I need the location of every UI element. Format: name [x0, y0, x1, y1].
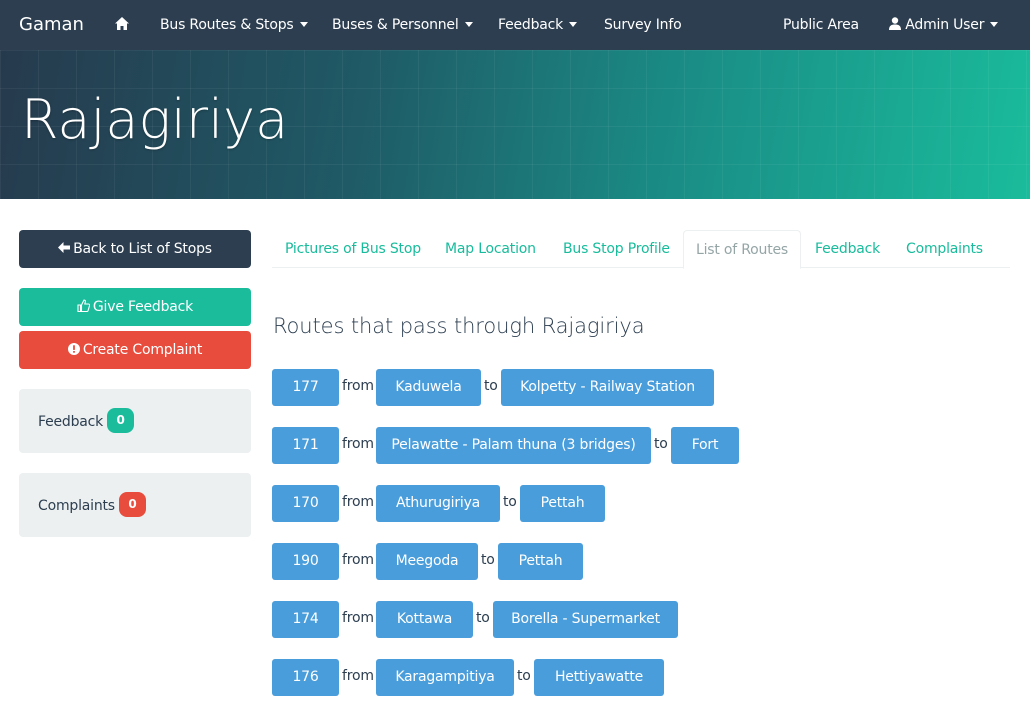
complaints-count-badge: 0	[118, 492, 146, 517]
nav-buses-personnel[interactable]: Buses & Personnel	[332, 0, 473, 50]
chevron-down-icon	[299, 21, 308, 27]
back-to-stops-label: Back to List of Stops	[73, 241, 212, 257]
to-label: to	[481, 552, 495, 568]
tab-map-location[interactable]: Map Location	[445, 230, 536, 268]
top-navbar: Gaman Bus Routes & Stops Buses & Personn…	[0, 0, 1030, 50]
nav-bus-routes-stops-label: Bus Routes & Stops	[160, 17, 294, 33]
page-header: Rajagiriya	[0, 50, 1030, 199]
home-icon[interactable]	[115, 0, 129, 50]
route-number-button[interactable]: 174	[272, 601, 339, 638]
routes-heading: Routes that pass through Rajagiriya	[273, 314, 645, 338]
user-name: Admin User	[905, 17, 985, 33]
route-origin-button[interactable]: Pelawatte - Palam thuna (3 bridges)	[376, 427, 651, 464]
back-to-stops-button[interactable]: Back to List of Stops	[19, 230, 251, 268]
feedback-summary-label: Feedback	[38, 414, 104, 430]
feedback-summary: Feedback 0	[19, 389, 251, 453]
nav-buses-personnel-label: Buses & Personnel	[332, 17, 459, 33]
to-label: to	[503, 494, 517, 510]
nav-feedback[interactable]: Feedback	[498, 0, 578, 50]
route-number-button[interactable]: 190	[272, 543, 339, 580]
to-label: to	[476, 610, 490, 626]
nav-public-area[interactable]: Public Area	[783, 0, 859, 50]
user-icon	[889, 17, 901, 30]
from-label: from	[342, 552, 374, 568]
nav-bus-routes-stops[interactable]: Bus Routes & Stops	[160, 0, 308, 50]
from-label: from	[342, 494, 374, 510]
brand-link[interactable]: Gaman	[19, 0, 84, 50]
stop-tabs: Pictures of Bus Stop Map Location Bus St…	[272, 230, 1010, 269]
chevron-down-icon	[990, 21, 999, 27]
thumbs-up-icon	[77, 299, 91, 313]
chevron-down-icon	[464, 21, 473, 27]
route-destination-button[interactable]: Pettah	[498, 543, 583, 580]
route-number-button[interactable]: 170	[272, 485, 339, 522]
page-title: Rajagiriya	[21, 88, 289, 151]
tab-pictures-of-bus-stop[interactable]: Pictures of Bus Stop	[285, 230, 421, 268]
arrow-left-icon	[58, 242, 71, 253]
complaints-summary-label: Complaints	[38, 498, 115, 514]
exclamation-circle-icon	[67, 342, 80, 355]
create-complaint-button[interactable]: Create Complaint	[19, 331, 251, 369]
nav-user-menu[interactable]: Admin User	[889, 0, 999, 50]
to-label: to	[654, 436, 668, 452]
route-number-button[interactable]: 176	[272, 659, 339, 696]
route-number-button[interactable]: 171	[272, 427, 339, 464]
route-destination-button[interactable]: Pettah	[520, 485, 605, 522]
from-label: from	[342, 610, 374, 626]
nav-survey-info[interactable]: Survey Info	[604, 0, 682, 50]
tab-bus-stop-profile[interactable]: Bus Stop Profile	[563, 230, 670, 268]
route-number-button[interactable]: 177	[272, 369, 339, 406]
from-label: from	[342, 378, 374, 394]
tab-list-of-routes[interactable]: List of Routes	[683, 230, 802, 269]
route-origin-button[interactable]: Meegoda	[376, 543, 478, 580]
tab-complaints[interactable]: Complaints	[906, 230, 983, 268]
give-feedback-label: Give Feedback	[92, 299, 194, 315]
route-origin-button[interactable]: Karagampitiya	[376, 659, 514, 696]
to-label: to	[484, 378, 498, 394]
route-origin-button[interactable]: Athurugiriya	[376, 485, 500, 522]
tab-feedback[interactable]: Feedback	[815, 230, 880, 268]
complaints-summary: Complaints 0	[19, 473, 251, 537]
nav-feedback-label: Feedback	[498, 17, 564, 33]
chevron-down-icon	[569, 21, 578, 27]
route-destination-button[interactable]: Fort	[671, 427, 739, 464]
from-label: from	[342, 436, 374, 452]
route-origin-button[interactable]: Kottawa	[376, 601, 473, 638]
route-destination-button[interactable]: Hettiyawatte	[534, 659, 664, 696]
from-label: from	[342, 668, 374, 684]
give-feedback-button[interactable]: Give Feedback	[19, 288, 251, 326]
route-origin-button[interactable]: Kaduwela	[376, 369, 481, 406]
feedback-count-badge: 0	[107, 408, 135, 433]
create-complaint-label: Create Complaint	[82, 342, 203, 358]
to-label: to	[517, 668, 531, 684]
route-destination-button[interactable]: Kolpetty - Railway Station	[501, 369, 714, 406]
route-destination-button[interactable]: Borella - Supermarket	[493, 601, 678, 638]
